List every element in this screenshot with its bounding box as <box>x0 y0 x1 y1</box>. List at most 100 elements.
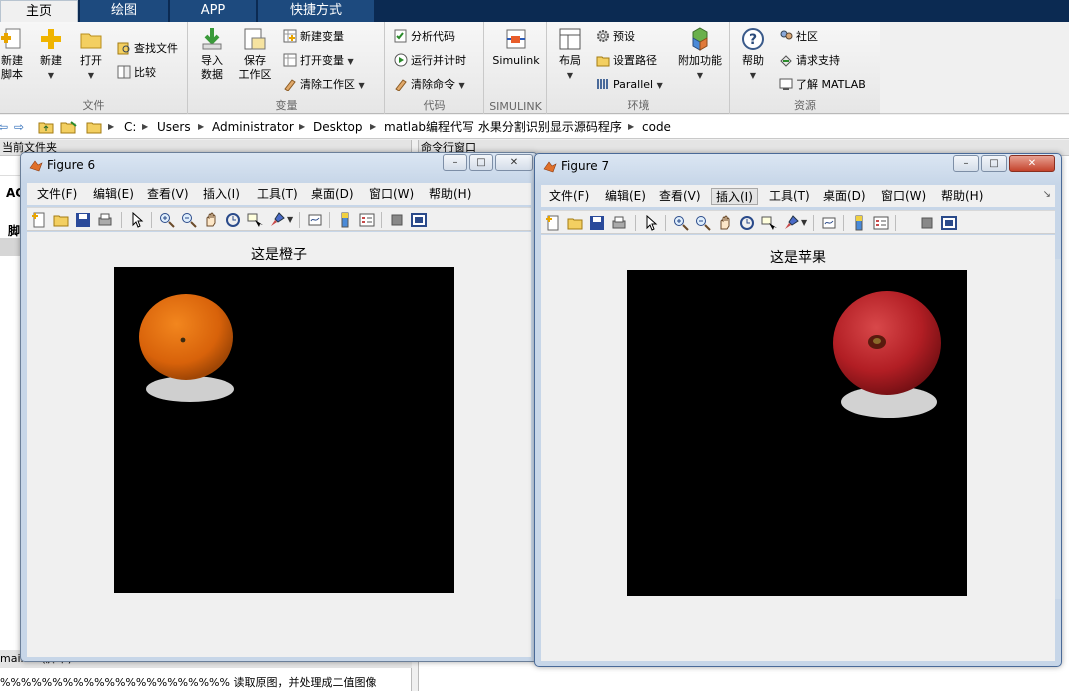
run-and-time-button[interactable]: 运行并计时 <box>394 52 466 70</box>
menu-tools[interactable]: 工具(T) <box>765 188 814 205</box>
maximize-button[interactable]: □ <box>469 154 493 171</box>
breadcrumb-item[interactable]: matlab编程代写 水果分割识别显示源码程序 <box>384 115 622 139</box>
menu-file[interactable]: 文件(F) <box>33 186 81 203</box>
breadcrumb-item[interactable]: Users <box>157 115 191 139</box>
axes-orange-image[interactable] <box>114 267 454 593</box>
axes-apple-image[interactable] <box>627 270 967 596</box>
menu-window[interactable]: 窗口(W) <box>877 188 930 205</box>
new-script-button[interactable]: 新建 脚本 <box>0 26 30 82</box>
legend-icon[interactable] <box>359 212 375 228</box>
new-figure-icon[interactable] <box>31 212 47 228</box>
open-button[interactable]: 打开 ▼ <box>74 26 108 83</box>
menu-tools[interactable]: 工具(T) <box>253 186 302 203</box>
menu-insert[interactable]: 插入(I) <box>711 188 758 205</box>
open-file-icon[interactable] <box>567 215 583 231</box>
menu-desktop[interactable]: 桌面(D) <box>819 188 870 205</box>
add-ons-button[interactable]: 附加功能 ▼ <box>676 26 724 83</box>
tab-home[interactable]: 主页 <box>0 0 78 22</box>
minimize-button[interactable]: – <box>953 155 979 172</box>
pan-hand-icon[interactable] <box>717 215 733 231</box>
brush-icon[interactable] <box>269 212 285 228</box>
maximize-button[interactable]: □ <box>981 155 1007 172</box>
breadcrumb-item[interactable]: Administrator <box>212 115 294 139</box>
clear-workspace-button[interactable]: 清除工作区 ▼ <box>283 76 365 94</box>
brush-icon[interactable] <box>783 215 799 231</box>
colorbar-icon[interactable] <box>337 212 353 228</box>
zoom-out-icon[interactable] <box>695 215 711 231</box>
menu-view[interactable]: 查看(V) <box>655 188 705 205</box>
menu-help[interactable]: 帮助(H) <box>937 188 987 205</box>
save-icon[interactable] <box>589 215 605 231</box>
minimize-button[interactable]: – <box>443 154 467 171</box>
new-variable-button[interactable]: 新建变量 <box>283 28 344 46</box>
preferences-button[interactable]: 预设 <box>596 28 635 46</box>
menu-view[interactable]: 查看(V) <box>143 186 193 203</box>
breadcrumb-item[interactable]: code <box>642 115 671 139</box>
community-button[interactable]: 社区 <box>779 28 818 46</box>
zoom-out-icon[interactable] <box>181 212 197 228</box>
rotate-3d-icon[interactable] <box>225 212 241 228</box>
link-plot-icon[interactable] <box>821 215 837 231</box>
help-button[interactable]: ? 帮助 ▼ <box>737 26 769 83</box>
menu-edit[interactable]: 编辑(E) <box>601 188 650 205</box>
dock-arrow-icon[interactable]: ↘ <box>1043 189 1051 200</box>
zoom-in-icon[interactable] <box>159 212 175 228</box>
tab-apps[interactable]: APP <box>170 0 256 22</box>
set-path-button[interactable]: 设置路径 <box>596 52 657 70</box>
breadcrumb-item[interactable]: Desktop <box>313 115 363 139</box>
up-folder-icon[interactable] <box>38 120 54 134</box>
figure-6-window[interactable]: Figure 6 – □ ✕ 文件(F) 编辑(E) 查看(V) 插入(I) 工… <box>20 152 538 662</box>
show-plot-tools-icon[interactable] <box>411 212 427 228</box>
dropdown-arrow-icon[interactable]: ▼ <box>801 218 807 227</box>
learn-matlab-button[interactable]: 了解 MATLAB <box>779 76 866 94</box>
layout-button[interactable]: 布局 ▼ <box>554 26 586 83</box>
breadcrumb-item[interactable]: C: <box>124 115 136 139</box>
hide-plot-tools-icon[interactable] <box>919 215 935 231</box>
pointer-icon[interactable] <box>129 212 145 228</box>
save-icon[interactable] <box>75 212 91 228</box>
data-cursor-icon[interactable] <box>761 215 777 231</box>
menu-desktop[interactable]: 桌面(D) <box>307 186 358 203</box>
close-button[interactable]: ✕ <box>1009 155 1055 172</box>
menu-edit[interactable]: 编辑(E) <box>89 186 138 203</box>
menu-insert[interactable]: 插入(I) <box>199 186 244 203</box>
import-data-button[interactable]: 导入 数据 <box>197 26 227 82</box>
parallel-button[interactable]: Parallel ▼ <box>596 76 663 94</box>
show-plot-tools-icon[interactable] <box>941 215 957 231</box>
open-file-icon[interactable] <box>53 212 69 228</box>
data-cursor-icon[interactable] <box>247 212 263 228</box>
open-variable-button[interactable]: 打开变量 ▼ <box>283 52 354 70</box>
colorbar-icon[interactable] <box>851 215 867 231</box>
pointer-icon[interactable] <box>643 215 659 231</box>
current-folder-address-bar[interactable]: ⇦ ⇨ ▶ C: ▶ Users ▶ Administrator ▶ Deskt… <box>0 115 1069 139</box>
pan-hand-icon[interactable] <box>203 212 219 228</box>
dropdown-arrow-icon[interactable]: ▼ <box>287 215 293 224</box>
print-icon[interactable] <box>611 215 627 231</box>
tab-shortcuts[interactable]: 快捷方式 <box>258 0 374 22</box>
analyze-code-button[interactable]: 分析代码 <box>394 28 455 46</box>
tab-plots[interactable]: 绘图 <box>80 0 168 22</box>
compare-button[interactable]: 比较 <box>117 64 156 82</box>
figure-7-window[interactable]: Figure 7 – □ ✕ 文件(F) 编辑(E) 查看(V) 插入(I) 工… <box>534 153 1062 667</box>
legend-icon[interactable] <box>873 215 889 231</box>
close-button[interactable]: ✕ <box>495 154 533 171</box>
link-plot-icon[interactable] <box>307 212 323 228</box>
menu-file[interactable]: 文件(F) <box>545 188 593 205</box>
menu-help[interactable]: 帮助(H) <box>425 186 475 203</box>
new-figure-icon[interactable] <box>545 215 561 231</box>
clear-commands-button[interactable]: 清除命令 ▼ <box>394 76 465 94</box>
back-arrow-icon[interactable]: ⇦ <box>0 115 8 139</box>
window-edge <box>1055 259 1061 599</box>
menu-window[interactable]: 窗口(W) <box>365 186 418 203</box>
find-files-button[interactable]: 查找文件 <box>117 40 178 58</box>
hide-plot-tools-icon[interactable] <box>389 212 405 228</box>
print-icon[interactable] <box>97 212 113 228</box>
simulink-button[interactable]: Simulink <box>489 26 543 68</box>
save-workspace-button[interactable]: 保存 工作区 <box>235 26 275 82</box>
forward-arrow-icon[interactable]: ⇨ <box>14 115 24 139</box>
browse-folder-icon[interactable] <box>60 120 78 134</box>
zoom-in-icon[interactable] <box>673 215 689 231</box>
request-support-button[interactable]: 请求支持 <box>779 52 840 70</box>
rotate-3d-icon[interactable] <box>739 215 755 231</box>
new-button[interactable]: 新建 ▼ <box>34 26 68 83</box>
